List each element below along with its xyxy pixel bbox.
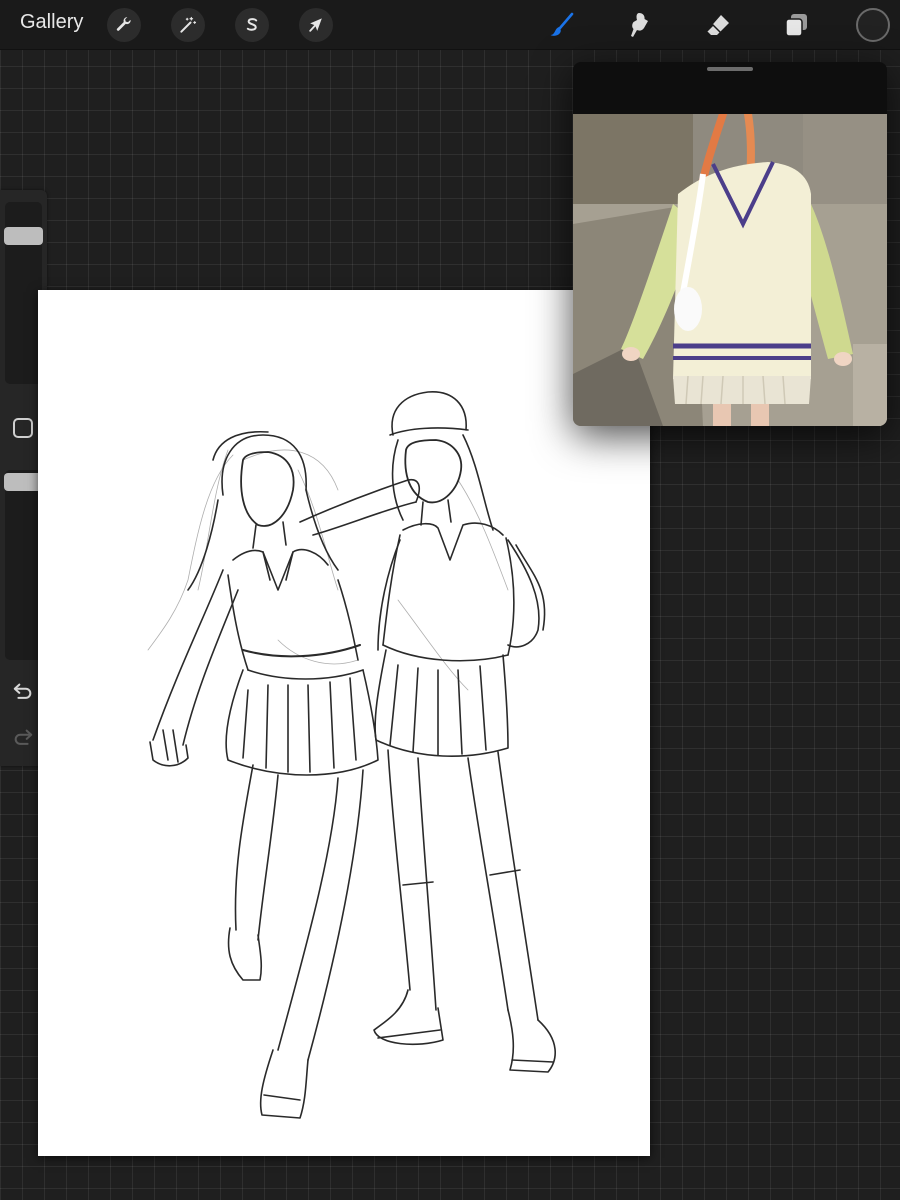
brush-size-slider-thumb[interactable]	[4, 226, 43, 245]
eraser-icon	[706, 15, 729, 35]
opacity-slider-track[interactable]	[5, 470, 42, 660]
wrench-icon	[116, 17, 131, 31]
actions-button[interactable]	[107, 8, 141, 42]
gallery-button[interactable]: Gallery	[20, 11, 83, 34]
smudge-icon	[631, 13, 648, 37]
layers-button[interactable]	[779, 8, 813, 42]
selection-s-icon	[246, 18, 258, 31]
reference-photo	[573, 114, 887, 426]
reference-window[interactable]	[573, 62, 887, 426]
drawing-canvas[interactable]	[38, 290, 650, 1156]
magic-wand-icon	[180, 16, 197, 33]
top-toolbar: Gallery	[0, 0, 900, 50]
smudge-tool-button[interactable]	[623, 8, 657, 42]
brush-icon	[550, 12, 574, 36]
layers-icon	[785, 14, 807, 37]
adjustments-button[interactable]	[171, 8, 205, 42]
redo-button[interactable]	[11, 725, 35, 749]
brush-tool-button[interactable]	[545, 8, 579, 42]
selection-button[interactable]	[235, 8, 269, 42]
square-modify-icon[interactable]	[13, 418, 33, 438]
eraser-tool-button[interactable]	[701, 8, 735, 42]
color-picker-swatch[interactable]	[856, 8, 890, 42]
undo-icon	[13, 683, 32, 699]
pencil-sketch-two-girls	[147, 391, 556, 1119]
redo-icon	[14, 729, 33, 745]
undo-button[interactable]	[11, 679, 35, 703]
arrow-cursor-icon	[309, 18, 322, 32]
drag-handle-icon[interactable]	[707, 67, 753, 71]
transform-button[interactable]	[299, 8, 333, 42]
reference-photo-illustration	[573, 114, 887, 426]
